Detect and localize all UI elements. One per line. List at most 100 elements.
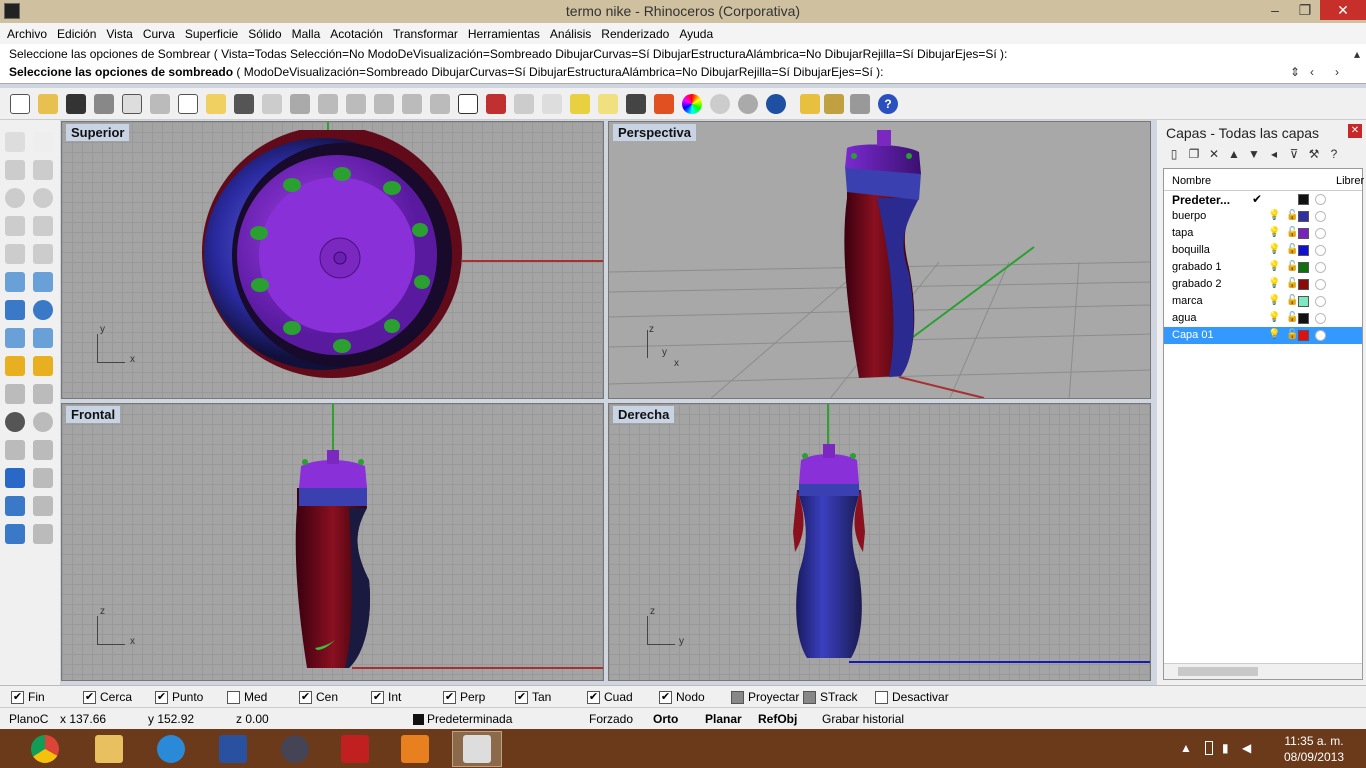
unlock-icon[interactable]: 🔓 (1286, 227, 1298, 239)
command-options[interactable]: ( ModoDeVisualización=Sombreado DibujarC… (233, 65, 883, 79)
new-file-icon[interactable] (10, 94, 30, 114)
group-icon[interactable] (33, 412, 53, 432)
orto-toggle[interactable]: Orto (653, 712, 678, 726)
delete-layer-icon[interactable]: ✕ (1205, 147, 1223, 165)
circle-icon[interactable] (5, 188, 25, 208)
osnap-nodo[interactable]: ✔ Nodo (659, 690, 705, 704)
refobj-toggle[interactable]: RefObj (758, 712, 797, 726)
viewport-title-right[interactable]: Derecha (613, 406, 675, 423)
viewport-perspective[interactable]: z y x Perspectiva (608, 121, 1151, 399)
viewport-title-perspective[interactable]: Perspectiva (613, 124, 696, 141)
osnap-med[interactable]: Med (227, 690, 267, 704)
boolean-union-icon[interactable] (33, 300, 53, 320)
layer-material-icon[interactable] (1315, 228, 1326, 239)
layer-color-swatch[interactable] (1298, 330, 1309, 341)
help-taskbar-icon[interactable] (208, 731, 258, 767)
osnap-proyectar[interactable]: Proyectar (731, 690, 799, 704)
menu-ayuda[interactable]: Ayuda (674, 27, 718, 41)
layer-row[interactable]: Predeter... ✔ (1164, 191, 1362, 208)
maximize-button[interactable]: ❐ (1290, 0, 1320, 20)
zoom-selected-icon[interactable] (402, 94, 422, 114)
copy-icon[interactable] (178, 94, 198, 114)
layer-material-icon[interactable] (1315, 296, 1326, 307)
layer-row[interactable]: grabado 2 💡 🔓 (1164, 276, 1362, 293)
unlock-icon[interactable]: 🔓 (1286, 329, 1298, 341)
viewport-front[interactable]: z x Frontal (61, 403, 604, 681)
unlock-icon[interactable]: 🔓 (1286, 295, 1298, 307)
layer-material-icon[interactable] (1315, 279, 1326, 290)
ellipse-icon[interactable] (33, 188, 53, 208)
checkbox[interactable] (875, 690, 888, 704)
surface-extrude-icon[interactable] (33, 272, 53, 292)
layer-material-icon[interactable] (1315, 330, 1326, 341)
menu-malla[interactable]: Malla (287, 27, 326, 41)
checkbox[interactable]: ✔ (515, 690, 528, 704)
split-icon[interactable] (33, 384, 53, 404)
color-wheel-icon[interactable] (682, 94, 702, 114)
unlock-icon[interactable]: 🔓 (1286, 244, 1298, 256)
unlock-icon[interactable]: 🔓 (1286, 312, 1298, 324)
new-sublayer-icon[interactable]: ❐ (1185, 147, 1203, 165)
dimension-icon[interactable] (33, 468, 53, 488)
layer-row[interactable]: tapa 💡 🔓 (1164, 225, 1362, 242)
mesh-icon[interactable] (33, 328, 53, 348)
layer-color-swatch[interactable] (1298, 245, 1309, 256)
unlock-icon[interactable]: 🔓 (1286, 210, 1298, 222)
move-out-icon[interactable]: ◂ (1265, 147, 1283, 165)
undo-view-icon[interactable] (430, 94, 450, 114)
save-icon[interactable] (66, 94, 86, 114)
render-sphere-icon[interactable] (766, 94, 786, 114)
layer-material-icon[interactable] (1315, 211, 1326, 222)
pj64-taskbar-icon[interactable] (330, 731, 380, 767)
ghosted-sphere-icon[interactable] (738, 94, 758, 114)
checkbox[interactable] (731, 690, 744, 704)
viewport-top[interactable]: y x Superior (61, 121, 604, 399)
rotate-view-icon[interactable] (290, 94, 310, 114)
light-bulb-icon[interactable]: 💡 (1268, 295, 1280, 307)
close-button[interactable]: ✕ (1320, 0, 1366, 20)
light-bulb-icon[interactable]: 💡 (1268, 312, 1280, 324)
layer-row[interactable]: marca 💡 🔓 (1164, 293, 1362, 310)
extrude-solid-icon[interactable] (5, 328, 25, 348)
point-icon[interactable] (33, 132, 53, 152)
undo-icon[interactable] (234, 94, 254, 114)
layer-row-selected[interactable]: Capa 01 💡 🔓 (1164, 327, 1362, 344)
menu-edicion[interactable]: Edición (52, 27, 101, 41)
layer-color-swatch[interactable] (1298, 296, 1309, 307)
battery-icon[interactable] (1205, 741, 1213, 755)
grid-plane-icon[interactable] (514, 94, 534, 114)
media-player-taskbar-icon[interactable] (390, 731, 440, 767)
checkbox[interactable] (227, 690, 240, 704)
dimension-ruler-icon[interactable] (33, 524, 53, 544)
volume-icon[interactable]: ◀ (1242, 741, 1251, 755)
col-material[interactable]: Librer (1336, 175, 1364, 187)
select-arrow-icon[interactable] (5, 132, 25, 152)
explorer-taskbar-icon[interactable] (84, 731, 134, 767)
menu-curva[interactable]: Curva (138, 27, 180, 41)
layer-color-swatch[interactable] (1298, 228, 1309, 239)
trim-icon[interactable] (5, 384, 25, 404)
checkbox[interactable]: ✔ (299, 690, 312, 704)
osnap-int[interactable]: ✔ Int (371, 690, 401, 704)
history-back-icon[interactable]: ‹ (1310, 65, 1314, 79)
layer-row[interactable]: buerpo 💡 🔓 (1164, 208, 1362, 225)
layer-color-swatch[interactable] (1298, 313, 1309, 324)
checkbox[interactable]: ✔ (587, 690, 600, 704)
wireframe-sphere-icon[interactable] (710, 94, 730, 114)
checkbox[interactable] (803, 690, 816, 704)
arc-icon[interactable] (5, 216, 25, 236)
chrome-taskbar-icon[interactable] (20, 731, 70, 767)
join-icon[interactable] (5, 412, 25, 432)
layer-color-swatch[interactable] (1298, 262, 1309, 273)
pan-hand-icon[interactable] (262, 94, 282, 114)
open-file-icon[interactable] (38, 94, 58, 114)
layer-color-swatch[interactable] (1298, 211, 1309, 222)
layer-material-icon[interactable] (1315, 194, 1326, 205)
light-bulb-icon[interactable]: 💡 (1268, 278, 1280, 290)
command-prompt[interactable]: Seleccione las opciones de sombreado ( M… (9, 65, 884, 79)
fillet-curve-icon[interactable] (33, 244, 53, 264)
globe-app-taskbar-icon[interactable] (270, 731, 320, 767)
viewport-title-front[interactable]: Frontal (66, 406, 121, 423)
unlock-icon[interactable]: 🔓 (1286, 278, 1298, 290)
menu-transformar[interactable]: Transformar (388, 27, 463, 41)
